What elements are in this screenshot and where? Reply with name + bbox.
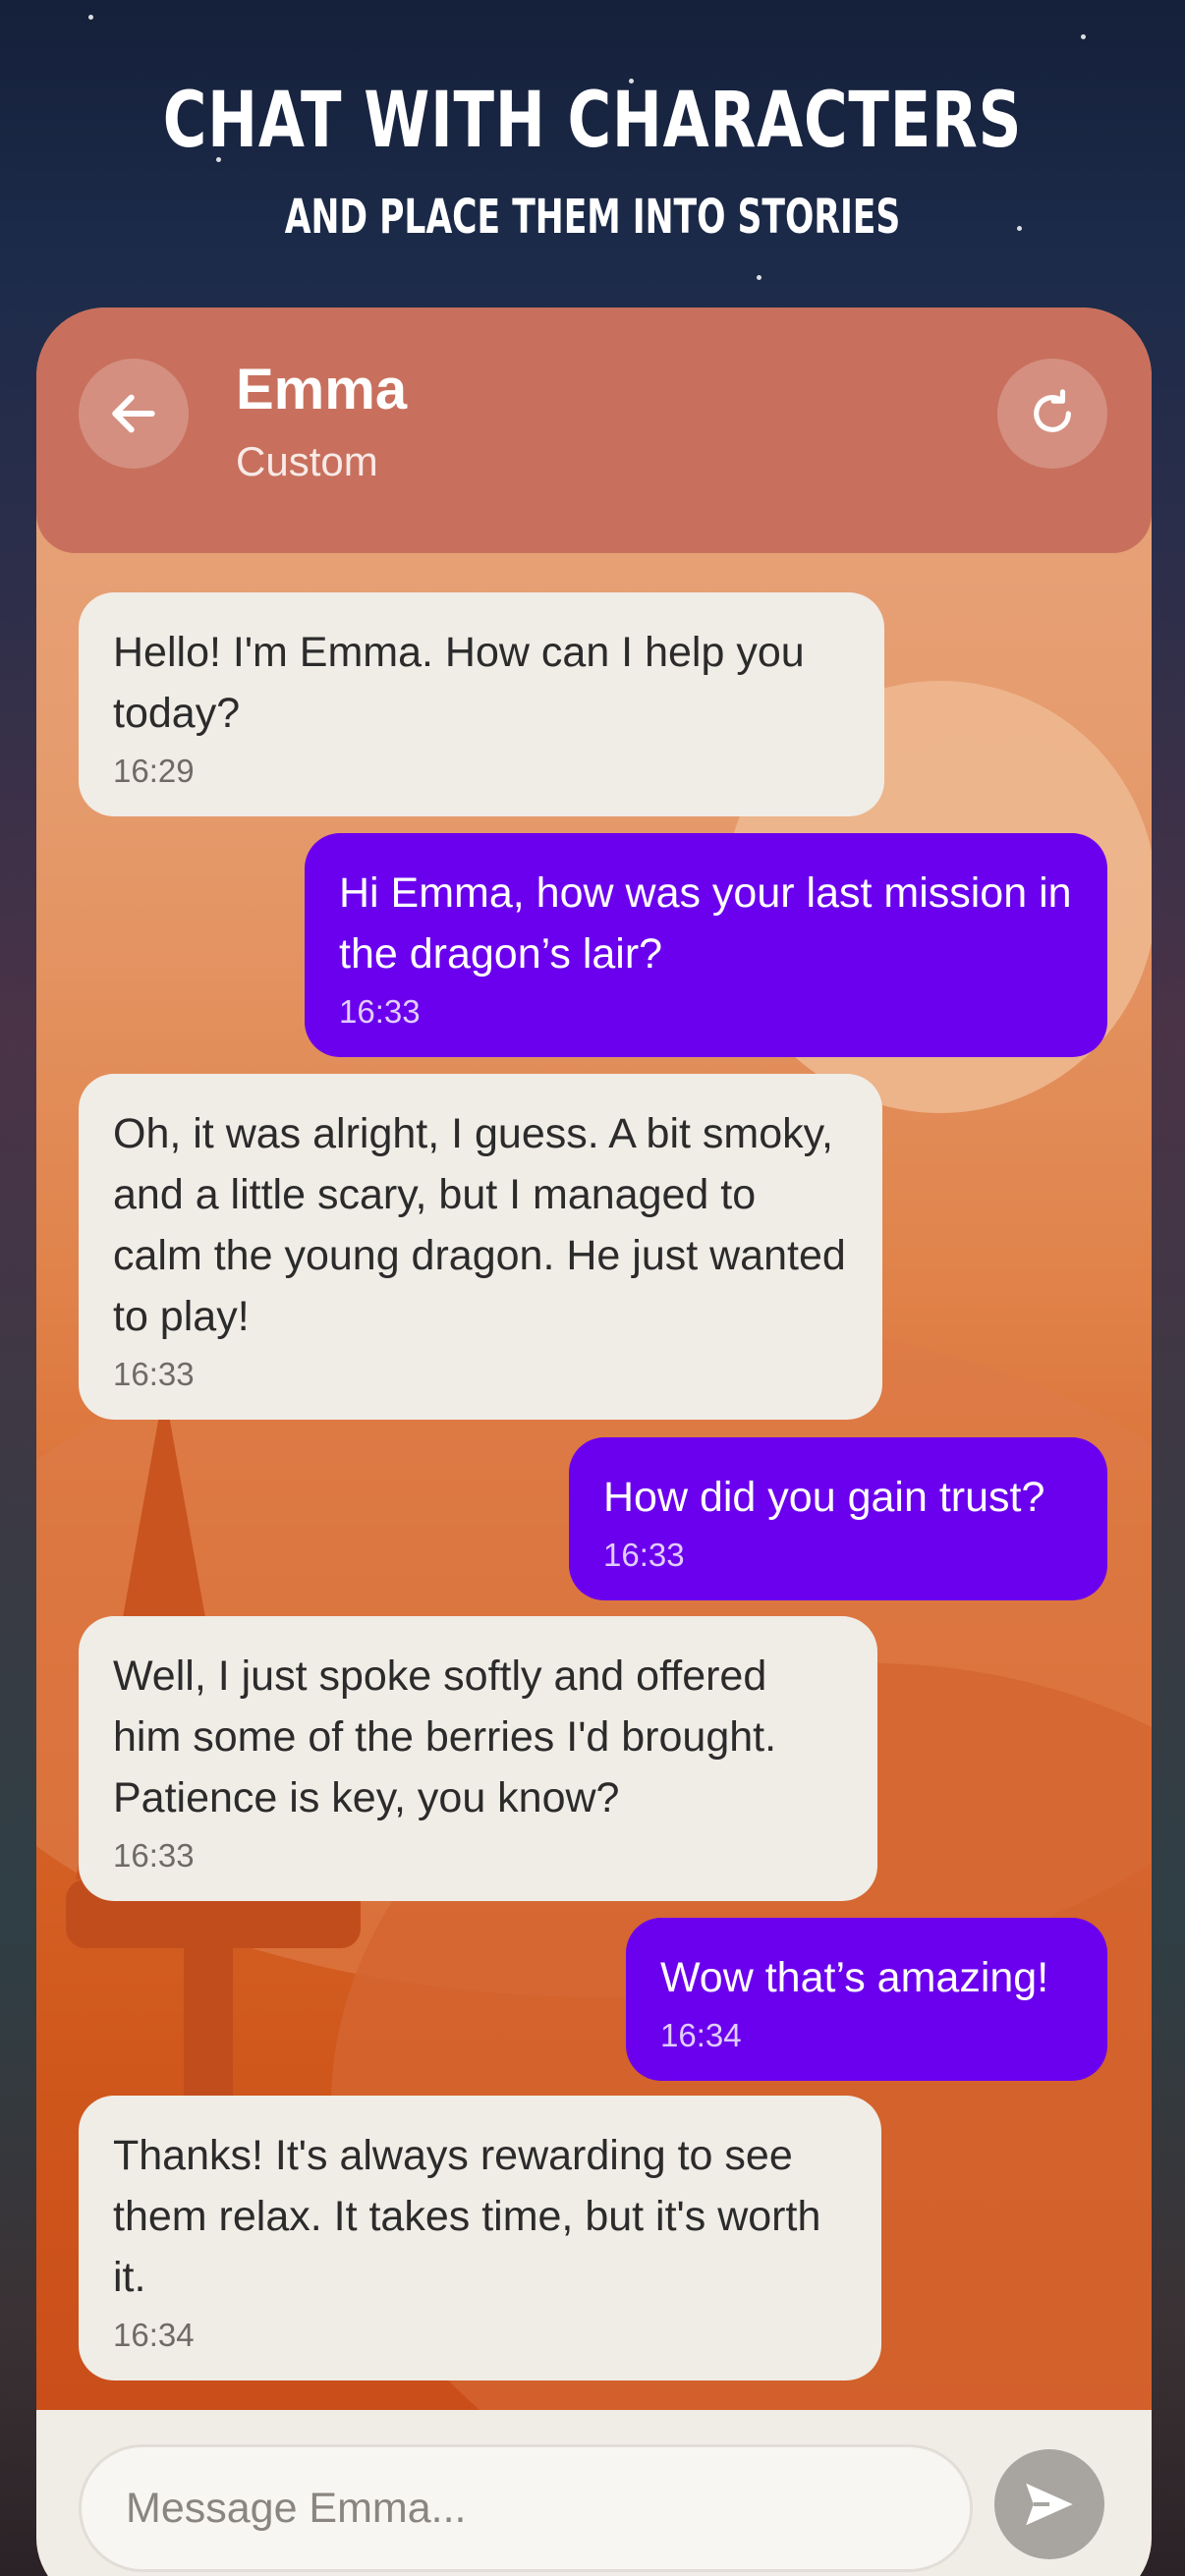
refresh-button[interactable] [997, 359, 1107, 469]
message-time: 16:34 [113, 2317, 195, 2353]
send-button[interactable] [994, 2449, 1104, 2559]
message-text: Oh, it was alright, I guess. A bit smoky… [113, 1110, 846, 1340]
message-bubble-user: Hi Emma, how was your last mission in th… [305, 833, 1107, 1057]
star [88, 15, 93, 20]
chat-header: Emma Custom [36, 308, 1152, 553]
message-time: 16:33 [113, 1356, 195, 1392]
back-button[interactable] [79, 359, 189, 469]
message-text: Wow that’s amazing! [660, 1954, 1049, 2001]
message-time: 16:33 [339, 993, 421, 1030]
message-time: 16:29 [113, 753, 195, 789]
message-bubble-user: How did you gain trust? 16:33 [569, 1437, 1107, 1600]
message-time: 16:33 [603, 1537, 685, 1573]
send-icon [1026, 2483, 1073, 2526]
message-time: 16:34 [660, 2017, 742, 2053]
character-name: Emma [236, 358, 408, 421]
chat-window: Emma Custom Hello! I'm Emma. How can I h… [36, 308, 1152, 2576]
refresh-icon [1034, 389, 1071, 432]
message-text: Hi Emma, how was your last mission in th… [339, 869, 1072, 978]
message-text: Well, I just spoke softly and offered hi… [113, 1652, 777, 1821]
star [757, 275, 762, 280]
message-composer [36, 2410, 1152, 2576]
message-bubble-character: Thanks! It's always rewarding to see the… [79, 2096, 881, 2380]
message-bubble-character: Well, I just spoke softly and offered hi… [79, 1616, 877, 1901]
message-input[interactable] [79, 2444, 973, 2572]
message-bubble-user: Wow that’s amazing! 16:34 [626, 1918, 1107, 2081]
promo-headline: CHAT WITH CHARACTERS [162, 77, 1023, 165]
arrow-left-icon [112, 394, 155, 433]
character-type: Custom [236, 438, 378, 484]
star [1081, 34, 1086, 39]
message-bubble-character: Hello! I'm Emma. How can I help you toda… [79, 592, 884, 816]
message-time: 16:33 [113, 1837, 195, 1874]
message-text: Hello! I'm Emma. How can I help you toda… [113, 629, 805, 737]
message-text: Thanks! It's always rewarding to see the… [113, 2132, 821, 2301]
message-text: How did you gain trust? [603, 1474, 1045, 1521]
message-bubble-character: Oh, it was alright, I guess. A bit smoky… [79, 1074, 882, 1420]
promo-subheadline: AND PLACE THEM INTO STORIES [284, 190, 901, 245]
